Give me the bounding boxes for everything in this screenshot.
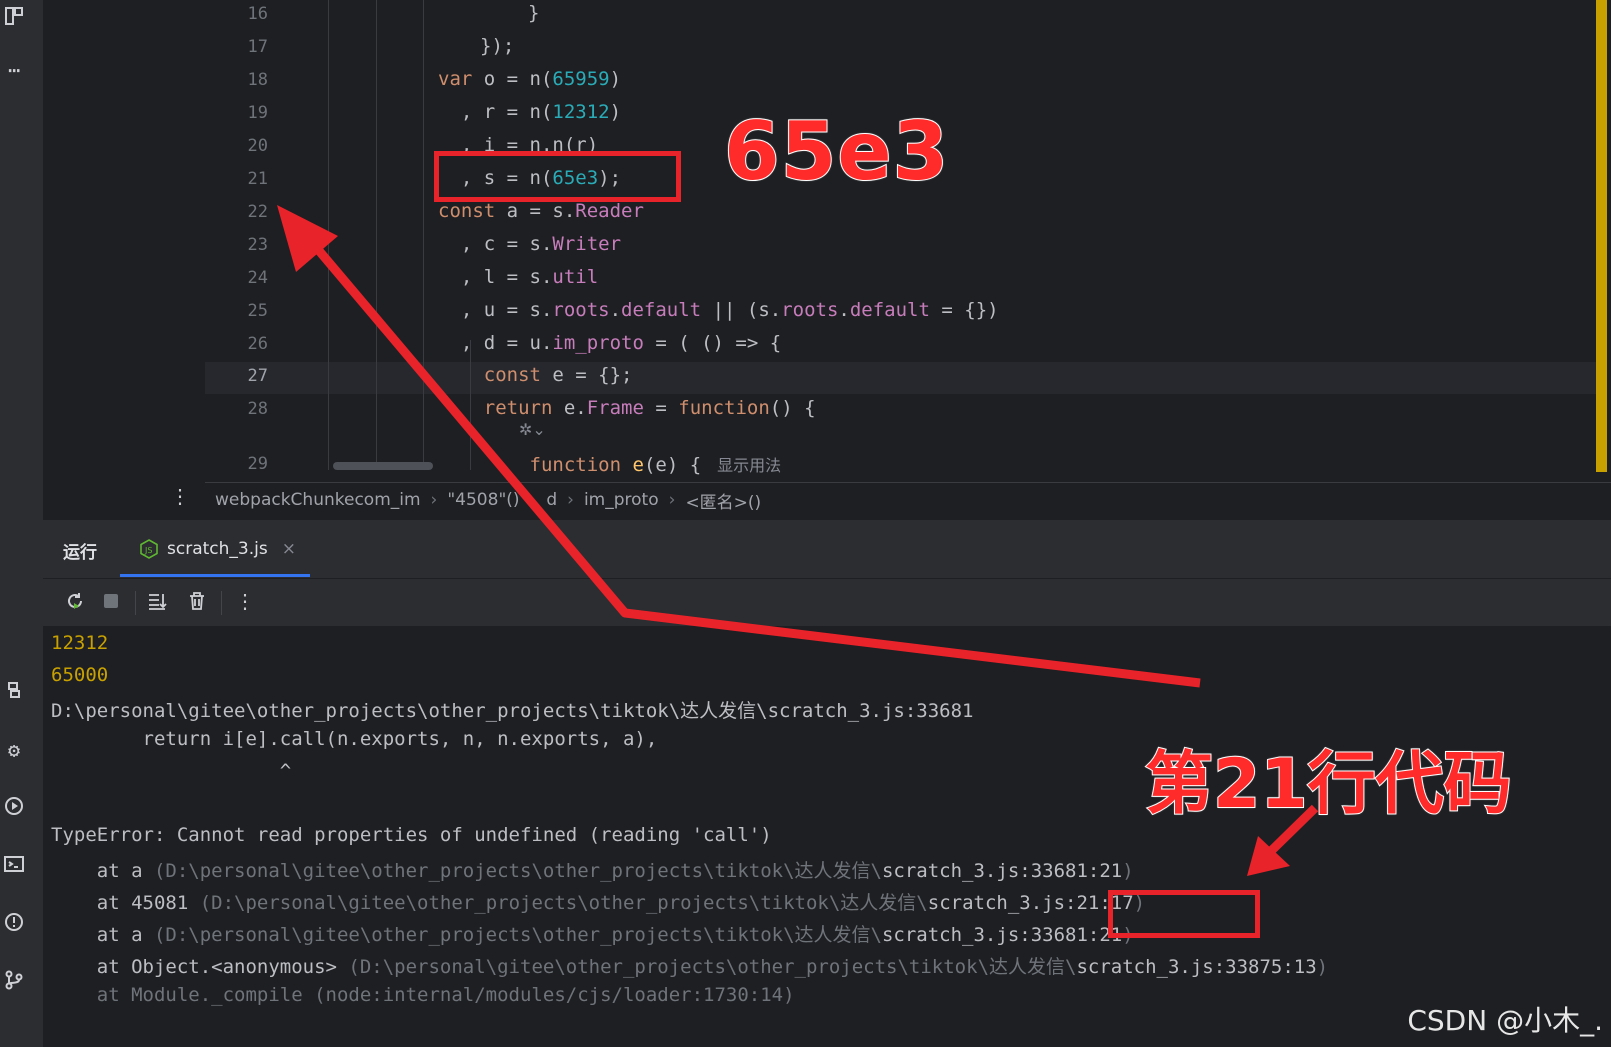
- annotation-box-line21: [434, 151, 681, 202]
- annotation-label-65e3: 65e3: [723, 104, 950, 199]
- annotation-box-stack-line: [1108, 890, 1260, 938]
- annotation-label-line21: 第21行代码: [1144, 744, 1513, 825]
- annotation-arrow-long: [306, 237, 1201, 688]
- watermark: CSDN @小木_.: [1407, 1004, 1603, 1037]
